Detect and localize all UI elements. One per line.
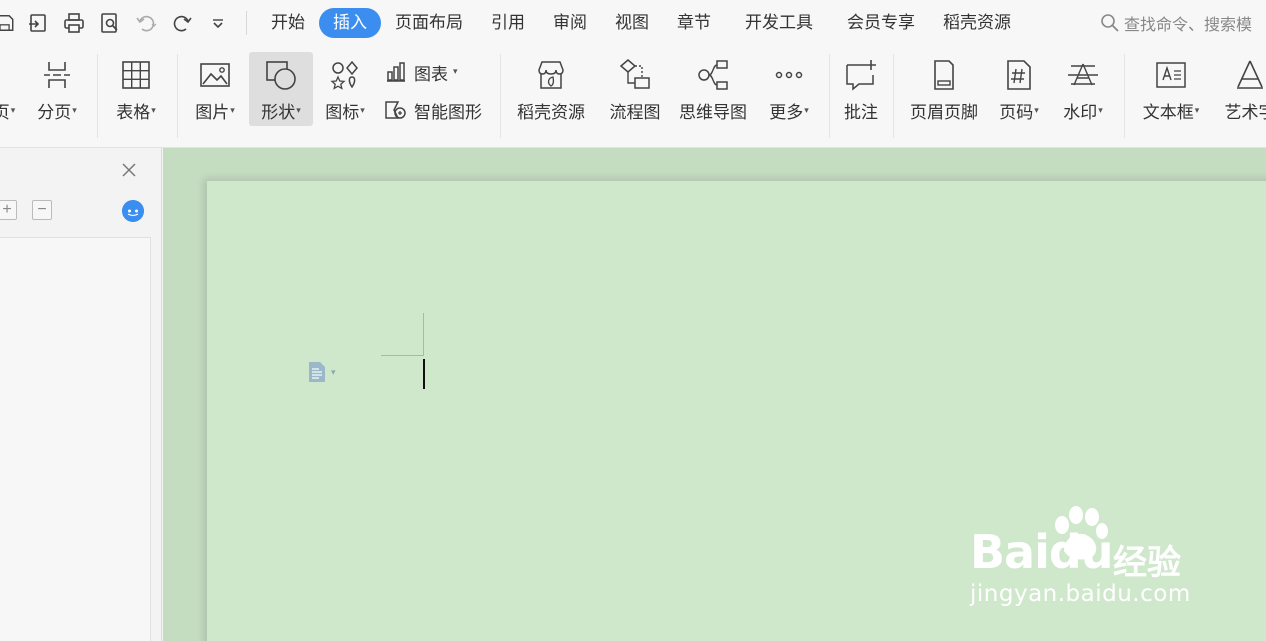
close-icon[interactable] (119, 160, 139, 180)
picture-icon (198, 52, 232, 92)
docer-store-icon (534, 52, 568, 92)
tab-page-layout[interactable]: 页面布局 (381, 8, 477, 38)
navigation-pane: + − (0, 148, 162, 641)
tab-insert[interactable]: 插入 (319, 8, 381, 38)
baidu-watermark: Baidu 经验 jingyan.baidu.com (970, 503, 1200, 613)
margin-marker (381, 355, 424, 356)
tab-review[interactable]: 审阅 (539, 8, 601, 38)
print-icon[interactable] (56, 8, 92, 38)
ribbon-separator (500, 54, 501, 138)
icons-label: 图标 (325, 103, 360, 123)
textbox-button[interactable]: 文本框▾ (1136, 52, 1206, 126)
wordart-icon (1233, 52, 1266, 92)
menu-tabs: 开始 插入 页面布局 引用 审阅 视图 章节 开发工具 会员专享 稻壳资源 (257, 0, 1025, 46)
redo-icon[interactable] (164, 8, 200, 38)
chart-button[interactable]: 图表 ▾ (384, 58, 458, 86)
document-icon (309, 362, 325, 382)
tab-home[interactable]: 开始 (257, 8, 319, 38)
mindmap-button[interactable]: 思维导图 (675, 52, 751, 126)
chart-icon (387, 62, 405, 82)
more-icon (772, 52, 806, 92)
watermark-url: jingyan.baidu.com (970, 581, 1191, 607)
toolbar-divider (246, 11, 247, 35)
comment-button[interactable]: 批注 (838, 52, 884, 126)
ribbon-page-button[interactable]: 页▾ (0, 52, 16, 126)
jingyan-text: 经验 (1113, 543, 1181, 583)
margin-marker (423, 313, 424, 356)
smart-art-label: 智能图形 (414, 102, 482, 123)
tab-developer[interactable]: 开发工具 (731, 8, 827, 38)
smart-art-button[interactable]: 智能图形 (384, 96, 482, 124)
watermark-label: 水印 (1063, 103, 1098, 123)
flowchart-icon (618, 52, 652, 92)
tab-member[interactable]: 会员专享 (833, 8, 929, 38)
page-number-icon (1002, 52, 1036, 92)
textbox-label: 文本框 (1142, 103, 1194, 123)
collapse-all-button[interactable]: − (32, 200, 52, 220)
search-placeholder: 查找命令、搜索模 (1124, 15, 1253, 34)
menu-bar: 开始 插入 页面布局 引用 审阅 视图 章节 开发工具 会员专享 稻壳资源 查找… (0, 0, 1266, 46)
wordart-label: 艺术字 (1224, 103, 1266, 123)
picture-button[interactable]: 图片▾ (187, 52, 243, 126)
outline-content (0, 237, 151, 641)
picture-label: 图片 (195, 103, 230, 123)
print-preview-icon[interactable] (92, 8, 128, 38)
comment-label: 批注 (844, 103, 878, 123)
mindmap-label: 思维导图 (679, 103, 747, 123)
undo-icon[interactable] (128, 8, 164, 38)
header-footer-icon (927, 52, 961, 92)
tab-docer[interactable]: 稻壳资源 (929, 8, 1025, 38)
tab-view[interactable]: 视图 (601, 8, 663, 38)
save-icon[interactable] (0, 8, 20, 38)
page-number-button[interactable]: 页码▾ (992, 52, 1046, 126)
page-break-icon (40, 52, 74, 92)
watermark-button[interactable]: 水印▾ (1056, 52, 1110, 126)
ribbon-separator (1124, 54, 1125, 138)
shape-icon (264, 52, 298, 92)
shape-button[interactable]: 形状▾ (249, 52, 313, 126)
table-label: 表格 (116, 103, 151, 123)
nav-options-icon[interactable] (122, 200, 144, 222)
table-button[interactable]: 表格▾ (108, 52, 164, 126)
mindmap-icon (696, 52, 730, 92)
page-break-button[interactable]: 分页▾ (30, 52, 84, 126)
paste-options-button[interactable]: ▾ (307, 361, 349, 383)
comment-icon (844, 52, 878, 92)
more-label: 更多 (769, 103, 804, 123)
flowchart-label: 流程图 (609, 103, 661, 123)
watermark-icon (1066, 52, 1100, 92)
header-footer-label: 页眉页脚 (910, 103, 978, 123)
tab-chapter[interactable]: 章节 (663, 8, 725, 38)
expand-all-button[interactable]: + (0, 200, 17, 220)
smart-art-icon (385, 101, 406, 119)
insert-ribbon: 页▾ 分页▾ 表格▾ 图片▾ 形状▾ 图标▾ 图表 ▾ 智能图形 稻壳资源 流程… (0, 46, 1266, 148)
customize-toolbar-icon[interactable] (200, 8, 236, 38)
wordart-button[interactable]: 艺术字 (1220, 52, 1266, 126)
header-footer-button[interactable]: 页眉页脚 (904, 52, 984, 126)
docer-resources-label: 稻壳资源 (517, 103, 585, 123)
quick-access-toolbar (0, 0, 236, 46)
ribbon-separator (97, 54, 98, 138)
more-button[interactable]: 更多▾ (761, 52, 817, 126)
ribbon-separator (177, 54, 178, 138)
icons-button[interactable]: 图标▾ (318, 52, 372, 126)
shape-label: 形状 (261, 103, 296, 123)
table-icon (119, 52, 153, 92)
page-label: 页 (0, 103, 10, 123)
command-search[interactable]: 查找命令、搜索模 (1100, 8, 1252, 38)
page-break-label: 分页 (37, 103, 72, 123)
ribbon-separator (893, 54, 894, 138)
tab-references[interactable]: 引用 (477, 8, 539, 38)
ribbon-separator (829, 54, 830, 138)
baidu-logo: Baidu (970, 525, 1114, 579)
text-cursor (423, 359, 425, 389)
textbox-icon (1154, 52, 1188, 92)
page-number-label: 页码 (999, 103, 1034, 123)
chart-label: 图表 (414, 64, 448, 85)
export-pdf-icon[interactable] (20, 8, 56, 38)
flowchart-button[interactable]: 流程图 (604, 52, 666, 126)
icons-icon (328, 52, 362, 92)
docer-resources-button[interactable]: 稻壳资源 (511, 52, 591, 126)
search-icon (1101, 14, 1119, 32)
